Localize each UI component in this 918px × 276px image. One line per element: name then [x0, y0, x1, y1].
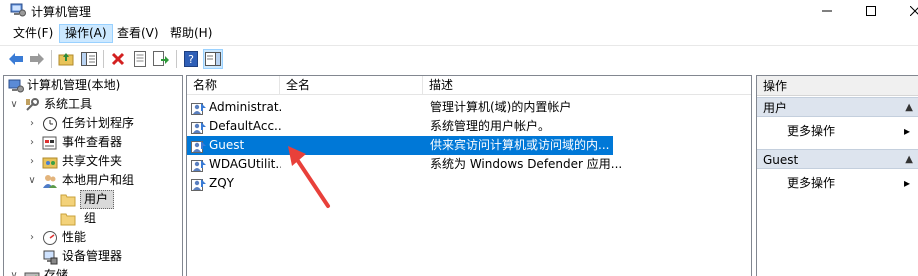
folder-icon — [60, 213, 76, 226]
collapse-icon[interactable]: ∨ — [8, 95, 20, 114]
expand-icon[interactable]: › — [26, 152, 38, 171]
computer-management-window: 计算机管理 文件(F) 操作(A) 查看(V) 帮助(H) ? 计算机管理(本地… — [0, 0, 918, 276]
table-row[interactable]: ZQY — [187, 174, 751, 193]
shared-folder-icon — [42, 157, 58, 169]
expand-icon[interactable]: › — [26, 228, 38, 247]
table-row-selected[interactable]: Guest 供来宾访问计算机或访问域的内... — [187, 136, 613, 155]
user-description: 管理计算机(域)的内置帐户 — [430, 100, 572, 114]
properties-button[interactable] — [130, 49, 150, 69]
actions-title: 操作 — [757, 76, 918, 96]
title-bar: 计算机管理 — [0, 0, 918, 22]
folder-icon — [60, 194, 76, 207]
properties-icon — [134, 51, 146, 67]
submenu-arrow-icon: ▸ — [904, 124, 911, 138]
storage-icon — [24, 272, 40, 276]
device-manager-icon — [43, 250, 58, 265]
menu-help[interactable]: 帮助(H) — [165, 24, 217, 43]
show-hide-action-pane-icon — [205, 52, 221, 66]
users-groups-icon — [43, 175, 57, 188]
table-row[interactable]: DefaultAcc... 系统管理的用户帐户。 — [187, 117, 751, 136]
user-icon — [191, 141, 206, 153]
maximize-button[interactable] — [848, 0, 894, 22]
collapse-icon[interactable]: ∨ — [26, 171, 38, 190]
computer-management-icon — [8, 79, 24, 93]
maximize-icon — [866, 6, 876, 16]
action-section-guest[interactable]: Guest ▲ — [757, 149, 918, 169]
users-list[interactable]: 名称 全名 描述 Administrat... 管理计算机(域)的内置帐户 De… — [186, 75, 752, 276]
submenu-arrow-icon: ▸ — [904, 176, 911, 190]
table-row[interactable]: Administrat... 管理计算机(域)的内置帐户 — [187, 98, 751, 117]
column-header-name[interactable]: 名称 — [187, 76, 280, 95]
export-list-icon — [153, 51, 169, 66]
user-icon — [191, 122, 206, 134]
collapse-icon[interactable]: ∨ — [8, 266, 20, 276]
menu-bar: 文件(F) 操作(A) 查看(V) 帮助(H) — [0, 22, 918, 44]
user-name: DefaultAcc... — [209, 119, 281, 133]
help-button[interactable]: ? — [181, 49, 201, 69]
minimize-button[interactable] — [804, 0, 850, 22]
action-section-title: 用户 — [763, 101, 788, 115]
action-more-actions-users[interactable]: 更多操作 — [787, 121, 835, 141]
user-description: 供来宾访问计算机或访问域的内... — [430, 138, 610, 152]
user-description: 系统管理的用户帐户。 — [430, 119, 551, 133]
help-icon: ? — [184, 51, 198, 67]
performance-icon — [43, 231, 57, 245]
column-header-fullname[interactable]: 全名 — [280, 76, 423, 95]
column-header-description[interactable]: 描述 — [423, 76, 751, 95]
forward-button[interactable] — [27, 49, 47, 69]
user-name: ZQY — [209, 176, 234, 190]
action-pane: 操作 用户 ▲ 更多操作 ▸ Guest ▲ 更多操作 ▸ — [756, 75, 918, 276]
menu-view[interactable]: 查看(V) — [112, 24, 164, 43]
minimize-icon — [822, 10, 832, 12]
menu-action[interactable]: 操作(A) — [59, 24, 113, 43]
clock-icon — [43, 117, 57, 131]
show-hide-tree-button[interactable] — [79, 49, 99, 69]
user-name: WDAGUtilit... — [209, 157, 281, 171]
collapse-arrow-icon: ▲ — [905, 102, 913, 113]
user-name: Administrat... — [209, 100, 281, 114]
user-icon — [191, 179, 206, 191]
expand-icon[interactable]: › — [26, 114, 38, 133]
show-hide-action-pane-button[interactable] — [203, 49, 223, 69]
svg-text:?: ? — [188, 53, 194, 66]
system-tools-icon — [26, 98, 39, 111]
back-icon — [9, 53, 23, 65]
up-folder-button[interactable] — [56, 49, 76, 69]
toolbar: ? — [0, 45, 918, 73]
collapse-arrow-icon: ▲ — [905, 154, 913, 165]
user-description: 系统为 Windows Defender 应用... — [430, 157, 623, 171]
export-list-button[interactable] — [151, 49, 171, 69]
computer-management-icon — [10, 3, 26, 17]
show-hide-tree-icon — [81, 52, 97, 66]
close-icon — [910, 6, 918, 16]
delete-icon — [111, 52, 125, 66]
expand-icon[interactable]: › — [26, 133, 38, 152]
action-section-title: Guest — [763, 153, 799, 167]
forward-icon — [30, 53, 44, 65]
user-name: Guest — [209, 138, 245, 152]
action-more-actions-guest[interactable]: 更多操作 — [787, 173, 835, 193]
delete-button[interactable] — [108, 49, 128, 69]
window-title: 计算机管理 — [31, 5, 92, 19]
user-icon — [191, 160, 206, 172]
menu-file[interactable]: 文件(F) — [8, 24, 58, 43]
back-button[interactable] — [6, 49, 26, 69]
console-tree[interactable]: 计算机管理(本地) ∨ 系统工具 › 任务计划程序 › 事件查看器 › 共享文件… — [3, 75, 183, 276]
table-row[interactable]: WDAGUtilit... 系统为 Windows Defender 应用... — [187, 155, 751, 174]
action-section-users[interactable]: 用户 ▲ — [757, 97, 918, 117]
up-folder-icon — [58, 53, 74, 66]
user-icon — [191, 103, 206, 115]
event-viewer-icon — [42, 136, 57, 150]
close-button[interactable] — [892, 0, 918, 22]
